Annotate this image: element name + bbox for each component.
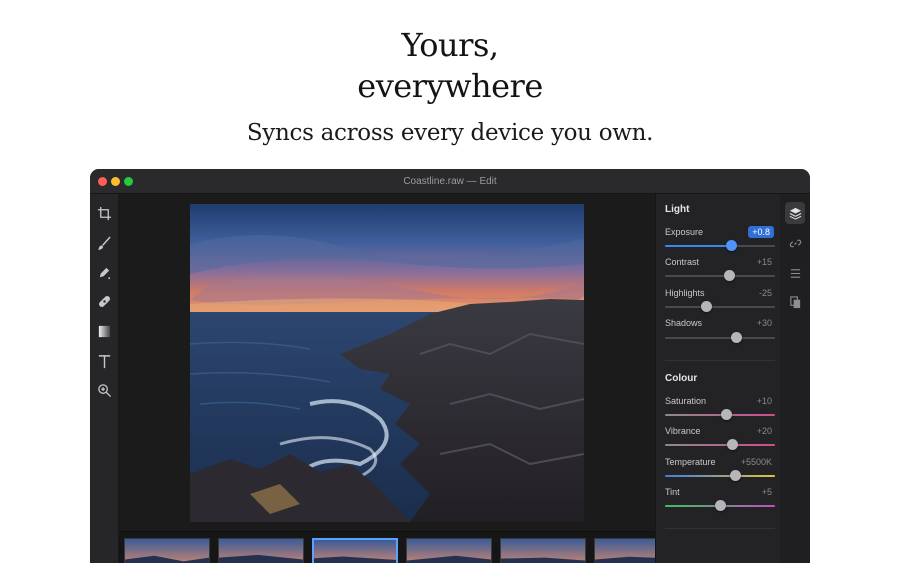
title-bar: Coastline.raw — Edit [90,169,810,194]
window-title: Coastline.raw — Edit [403,176,497,187]
shadows-slider-knob[interactable] [731,332,742,343]
highlights-label: Highlights [665,288,705,298]
text-tool-button[interactable] [95,352,114,371]
gradient-tool-button[interactable] [95,322,114,341]
brush-icon [98,236,111,251]
crop-icon [97,206,112,221]
filmstrip-thumbnail[interactable] [594,538,655,563]
colour-section-title: Colour [665,373,698,384]
pen-tool-button[interactable] [95,263,114,282]
tint-value: +5 [761,487,772,497]
filmstrip-thumbnail[interactable] [124,538,210,563]
gradient-icon [98,325,111,338]
temperature-label: Temperature [665,457,716,467]
exposure-slider-knob[interactable] [726,240,737,251]
contrast-slider-knob[interactable] [724,270,735,281]
saturation-slider[interactable] [665,409,775,420]
link-icon [789,239,801,247]
vibrance-slider-knob[interactable] [727,439,738,450]
highlights-slider[interactable] [665,301,775,312]
tool-sidebar [90,194,119,563]
tint-label: Tint [665,487,680,497]
saturation-value: +10 [756,396,772,406]
saturation-slider-knob[interactable] [721,409,732,420]
layers-panel-button[interactable] [785,202,805,224]
highlights-slider-knob[interactable] [701,301,712,312]
vibrance-value: +20 [756,426,772,436]
exposure-slider[interactable] [665,240,775,251]
link-panel-button[interactable] [785,232,805,254]
temperature-slider-knob[interactable] [730,470,741,481]
filmstrip-thumbnail[interactable] [218,538,304,563]
healing-tool-button[interactable] [95,292,114,311]
vibrance-label: Vibrance [665,426,701,436]
crop-tool-button[interactable] [95,204,114,223]
list-panel-button[interactable] [785,262,805,284]
shadows-label: Shadows [665,318,703,328]
saturation-label: Saturation [665,396,707,406]
shadows-value: +30 [756,318,772,328]
vibrance-slider[interactable] [665,439,775,450]
contrast-slider[interactable] [665,270,775,281]
tint-slider[interactable] [665,500,775,511]
exposure-value[interactable]: +0.8 [748,226,774,238]
hero-subtitle: Syncs across every device you own. [246,120,654,146]
contrast-label: Contrast [665,257,700,267]
adjustments-panel: Light Exposure +0.8 Contrast +15 Highlig… [655,194,780,563]
temperature-slider[interactable] [665,470,775,481]
hero-title-line-1: Yours, [401,26,499,64]
app-window: Coastline.raw — Edit Light Exposure +0.8… [90,169,810,563]
filmstrip-thumbnail[interactable] [500,538,586,563]
temperature-value: +5500K [740,457,772,467]
healing-icon [99,296,110,307]
tint-slider-knob[interactable] [715,500,726,511]
exposure-slider-fill [665,245,731,247]
copy-panel-button[interactable] [785,291,805,313]
filmstrip-thumbnail-selected[interactable] [312,538,398,563]
text-icon [98,355,111,369]
filmstrip [119,531,655,563]
light-section-title: Light [665,204,690,215]
panel-switcher-rail [780,194,810,563]
pen-icon [99,267,111,280]
contrast-value: +15 [756,257,772,267]
shadows-slider[interactable] [665,332,775,343]
zoom-icon [98,384,112,398]
image-canvas[interactable] [119,194,655,531]
section-divider [665,528,775,529]
hero-title-line-2: everywhere [357,67,543,105]
section-divider [665,360,775,361]
copy-icon [789,295,800,308]
brush-tool-button[interactable] [95,234,114,253]
filmstrip-thumbnail[interactable] [406,538,492,563]
layers-icon [789,207,801,220]
coastline-photo [190,204,584,522]
list-icon [790,268,800,278]
highlights-value: -25 [758,288,772,298]
zoom-tool-button[interactable] [95,381,114,400]
exposure-label: Exposure [665,227,704,237]
